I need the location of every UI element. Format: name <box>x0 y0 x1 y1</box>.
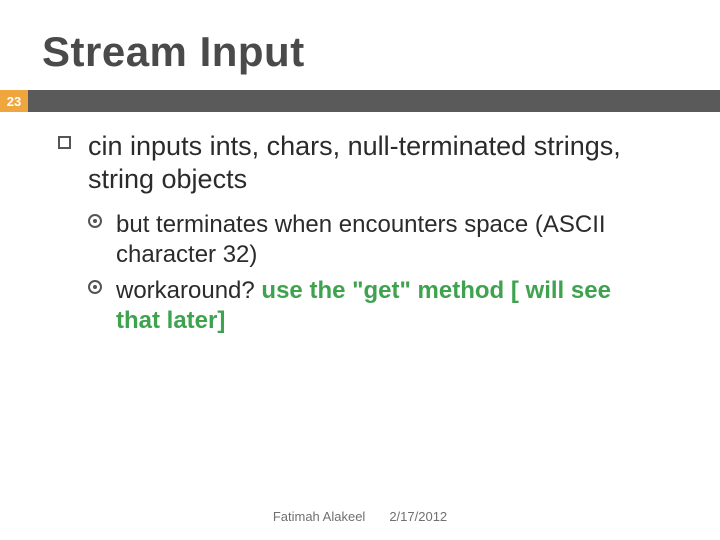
slide-title: Stream Input <box>42 28 305 76</box>
bullet-level2-b: workaround? use the "get" method [ will … <box>88 276 658 336</box>
bullet-level1-text: cin inputs ints, chars, null-terminated … <box>88 131 621 194</box>
bullet-level1: cin inputs ints, chars, null-terminated … <box>58 130 658 196</box>
header-bar-fill <box>28 90 720 112</box>
footer: Fatimah Alakeel 2/17/2012 <box>0 509 720 524</box>
content-area: cin inputs ints, chars, null-terminated … <box>58 130 658 342</box>
footer-author: Fatimah Alakeel <box>273 509 366 524</box>
footer-date: 2/17/2012 <box>389 509 447 524</box>
slide-number-badge: 23 <box>0 90 28 112</box>
target-bullet-icon <box>88 214 102 228</box>
target-bullet-icon <box>88 280 102 294</box>
bullet-level2-a: but terminates when encounters space (AS… <box>88 210 658 270</box>
header-bar: 23 <box>0 90 720 112</box>
bullet-level2-b-prefix: workaround? <box>116 277 261 304</box>
square-bullet-icon <box>58 136 71 149</box>
slide: Stream Input 23 cin inputs ints, chars, … <box>0 0 720 540</box>
bullet-level2-a-text: but terminates when encounters space (AS… <box>116 211 606 268</box>
